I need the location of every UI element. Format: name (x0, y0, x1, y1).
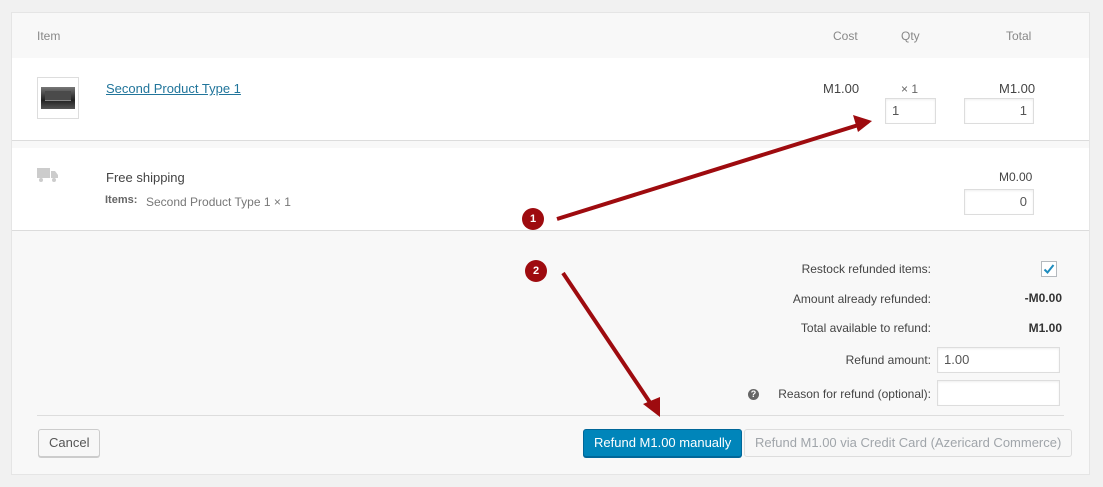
arrow-to-qty (556, 120, 869, 221)
annotation-badge-2: 2 (525, 260, 547, 282)
arrow-to-refund-button (561, 271, 657, 412)
annotation-badge-1: 1 (522, 208, 544, 230)
annotation-arrows (556, 115, 872, 417)
